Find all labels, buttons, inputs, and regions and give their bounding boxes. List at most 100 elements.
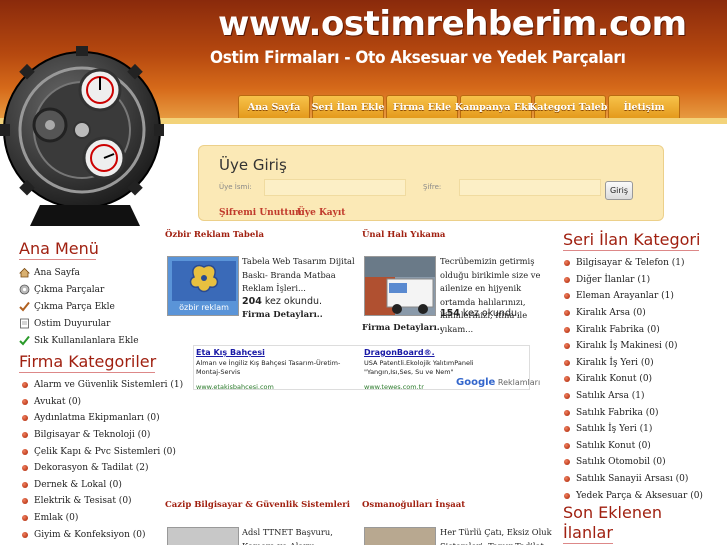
firm-title-link[interactable]: Özbir Reklam Tabela [165, 230, 264, 240]
read-count-number: 154 [440, 308, 460, 319]
firm-description: Her Türlü Çatı, Eksiz Oluk Sistemleri, T… [440, 527, 552, 545]
firm-thumbnail[interactable]: özbir reklam [167, 256, 239, 316]
firm-category-item[interactable]: Giyim & Konfeksiyon (0) [22, 526, 183, 543]
firm-category-item[interactable]: Emlak (0) [22, 510, 183, 527]
nav-tab-iletisim[interactable]: İletişim [608, 95, 680, 118]
bullet-icon [22, 432, 28, 439]
firm-description: Tabela Web Tasarım Dijital Baskı- Branda… [242, 256, 355, 293]
bullet-icon [564, 326, 570, 333]
ad-title-link[interactable]: DragonBoard®. [364, 348, 435, 357]
ilan-category-item[interactable]: Satılık Fabrika (0) [564, 404, 703, 421]
nav-tab-firma-ekle[interactable]: Firma Ekle [386, 95, 458, 118]
ilan-category-item[interactable]: Yedek Parça & Aksesuar (0) [564, 487, 703, 504]
menu-item-label: Çıkma Parçalar [34, 284, 105, 295]
ilan-category-item[interactable]: Satılık Otomobil (0) [564, 454, 703, 471]
firm-thumbnail[interactable] [364, 256, 436, 316]
menu-item-label: Sık Kullanılanlara Ekle [34, 335, 139, 346]
firm-title-link[interactable]: Cazip Bilgisayar & Güvenlik Sistemleri [165, 500, 350, 510]
ilan-category-item[interactable]: Satılık Konut (0) [564, 438, 703, 455]
ilan-category-item[interactable]: Diğer İlanlar (1) [564, 272, 703, 289]
parts-icon [19, 284, 30, 295]
nav-tab-kampanya-ekle[interactable]: Kampanya Ekle [455, 95, 537, 118]
firm-category-item[interactable]: Elektrik & Tesisat (0) [22, 493, 183, 510]
password-input[interactable] [459, 179, 601, 196]
ilan-category-item[interactable]: Satılık Arsa (1) [564, 388, 703, 405]
ilan-category-label: Satılık Konut (0) [576, 440, 651, 451]
menu-item-ostim-duyurular[interactable]: Ostim Duyurular [19, 315, 139, 332]
bullet-icon [564, 310, 570, 317]
ilan-category-label: Kiralık Arsa (0) [576, 308, 646, 319]
menu-item-sik-kullanilanlar[interactable]: Sık Kullanılanlara Ekle [19, 332, 139, 349]
google-ads-label[interactable]: Google Reklamları [456, 377, 540, 388]
firm-category-label: Alarm ve Güvenlik Sistemleri (1) [34, 380, 184, 391]
ad-url[interactable]: www.tewes.com.tr [364, 383, 424, 391]
firm-thumbnail[interactable] [364, 527, 436, 545]
bullet-icon [22, 515, 28, 522]
firm-title-link[interactable]: Osmanoğulları İnşaat [362, 500, 465, 510]
firm-category-item[interactable]: Aydınlatma Ekipmanları (0) [22, 410, 183, 427]
bullet-icon [564, 442, 570, 449]
menu-item-cikma-parca-ekle[interactable]: Çıkma Parça Ekle [19, 298, 139, 315]
check-icon [19, 301, 30, 312]
firm-category-item[interactable]: Alarm ve Güvenlik Sistemleri (1) [22, 377, 183, 394]
firm-category-label: Dekorasyon & Tadilat (2) [34, 463, 149, 474]
bullet-icon [22, 398, 28, 405]
login-button[interactable]: Giriş [605, 181, 633, 200]
ilan-category-label: Satılık İş Yeri (1) [576, 424, 653, 435]
ilan-category-label: Kiralık İş Makinesi (0) [576, 341, 678, 352]
logo-text: özbir reklam [179, 303, 229, 312]
firm-category-item[interactable]: Dekorasyon & Tadilat (2) [22, 460, 183, 477]
nav-tab-seri-ilan-ekle[interactable]: Seri İlan Ekle [312, 95, 384, 118]
ilan-category-label: Kiralık Konut (0) [576, 374, 653, 385]
firm-category-item[interactable]: Dernek & Lokal (0) [22, 477, 183, 494]
register-link[interactable]: Üye Kayıt [297, 208, 345, 218]
bullet-icon [564, 476, 570, 483]
firm-category-label: Aydınlatma Ekipmanları (0) [34, 413, 160, 424]
latest-ads-heading-line2: İlanlar [563, 523, 613, 544]
ad-url[interactable]: www.etakisbahcesi.com [196, 383, 274, 391]
firm-category-label: Giyim & Konfeksiyon (0) [34, 529, 146, 540]
username-input[interactable] [264, 179, 406, 196]
menu-item-label: Çıkma Parça Ekle [34, 301, 115, 312]
firm-category-item[interactable]: Bilgisayar & Teknoloji (0) [22, 427, 183, 444]
ad-text: Alman ve İngiliz Kış Bahçesi Tasarım-Üre… [196, 359, 341, 376]
ilan-category-item[interactable]: Kiralık İş Yeri (0) [564, 355, 703, 372]
ad-title-link[interactable]: Eta Kış Bahçesi [196, 348, 265, 357]
main-nav: Ana Sayfa Seri İlan Ekle Firma Ekle Kamp… [238, 95, 680, 118]
google-brand: Google [456, 377, 496, 388]
firm-category-label: Çelik Kapı & Pvc Sistemleri (0) [34, 446, 176, 457]
firm-category-item[interactable]: Çelik Kapı & Pvc Sistemleri (0) [22, 443, 183, 460]
firm-detail-link[interactable]: Firma Detayları.. [242, 310, 323, 320]
ilan-category-item[interactable]: Bilgisayar & Telefon (1) [564, 255, 703, 272]
username-label: Üye İsmi: [219, 183, 252, 191]
nav-tab-kategori-talebi[interactable]: Kategori Talebi [529, 95, 611, 118]
firm-category-label: Dernek & Lokal (0) [34, 479, 122, 490]
nav-tab-ana-sayfa[interactable]: Ana Sayfa [238, 95, 310, 118]
ilan-category-item[interactable]: Kiralık Arsa (0) [564, 305, 703, 322]
ilan-category-item[interactable]: Kiralık Fabrika (0) [564, 321, 703, 338]
check-icon [19, 335, 30, 346]
firm-category-label: Bilgisayar & Teknoloji (0) [34, 430, 151, 441]
firm-title-link[interactable]: Ünal Halı Yıkama [362, 230, 445, 240]
main-menu-heading: Ana Menü [19, 239, 99, 260]
bullet-icon [22, 498, 28, 505]
forgot-password-link[interactable]: Şifremi Unuttum [219, 208, 305, 218]
ilan-category-item[interactable]: Satılık İş Yeri (1) [564, 421, 703, 438]
ilan-category-item[interactable]: Eleman Arayanlar (1) [564, 288, 703, 305]
menu-item-ana-sayfa[interactable]: Ana Sayfa [19, 264, 139, 281]
ilan-category-label: Diğer İlanlar (1) [576, 274, 651, 285]
firm-read-count: 154 kez okundu. [440, 308, 520, 319]
ilan-category-item[interactable]: Satılık Sanayii Arsası (0) [564, 471, 703, 488]
firm-thumbnail[interactable] [167, 527, 239, 545]
firm-detail-link[interactable]: Firma Detayları.. [362, 323, 443, 333]
firm-category-item[interactable]: Avukat (0) [22, 394, 183, 411]
bullet-icon [564, 492, 570, 499]
main-menu-list: Ana Sayfa Çıkma Parçalar Çıkma Parça Ekl… [19, 264, 139, 349]
site-url-title[interactable]: www.ostimrehberim.com [218, 4, 687, 44]
ilan-category-item[interactable]: Kiralık İş Makinesi (0) [564, 338, 703, 355]
latest-ads-heading-line1: Son Eklenen [563, 503, 662, 522]
ilan-category-item[interactable]: Kiralık Konut (0) [564, 371, 703, 388]
menu-item-cikma-parcalar[interactable]: Çıkma Parçalar [19, 281, 139, 298]
read-count-suffix: kez okundu. [261, 296, 323, 307]
bullet-icon [564, 260, 570, 267]
